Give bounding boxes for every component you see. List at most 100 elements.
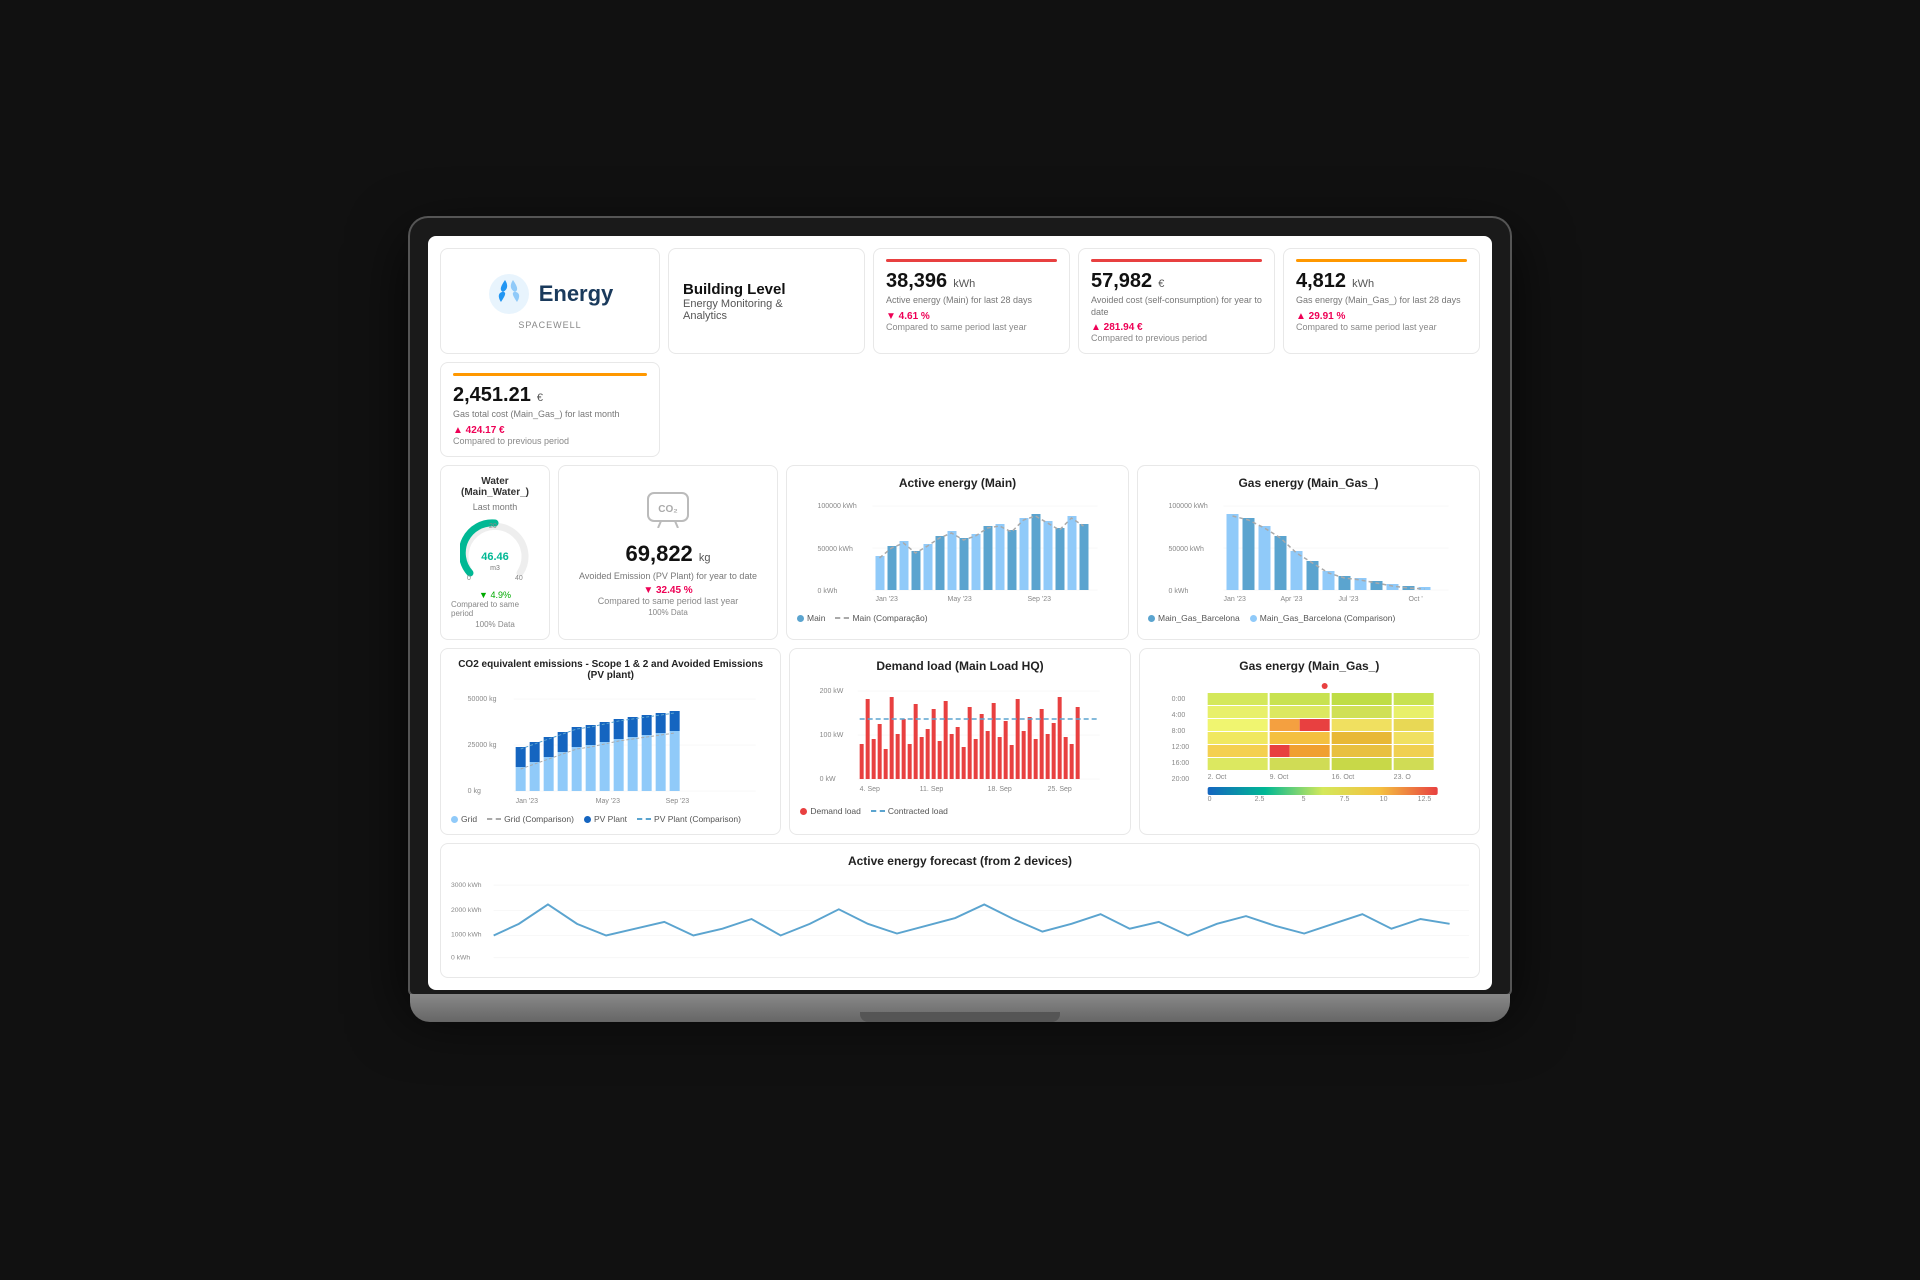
metric-value-0: 38,396 kWh (886, 270, 1057, 293)
svg-text:0: 0 (1207, 796, 1211, 803)
metric-period-0: Compared to same period last year (886, 322, 1057, 332)
svg-text:CO₂: CO₂ (658, 504, 677, 515)
svg-text:Sep '23: Sep '23 (666, 798, 690, 805)
metric-value-1: 57,982 € (1091, 270, 1262, 293)
svg-text:2. Oct: 2. Oct (1207, 774, 1226, 781)
title-card: Building Level Energy Monitoring & Analy… (668, 248, 865, 354)
demand-chart-title: Demand load (Main Load HQ) (800, 659, 1119, 673)
legend-grid-comp: Grid (Comparison) (487, 814, 574, 824)
gas-energy-chart-title: Gas energy (Main_Gas_) (1148, 476, 1469, 490)
water-title: Water (Main_Water_) (451, 476, 539, 498)
co2-value-row: 69,822 kg (626, 541, 711, 567)
svg-text:4. Sep: 4. Sep (860, 786, 880, 793)
svg-text:25000 kg: 25000 kg (468, 742, 497, 749)
metric-change-3: ▲ 424.17 € (453, 425, 647, 436)
co2-desc: Avoided Emission (PV Plant) for year to … (579, 571, 757, 581)
metric-top-bar-1 (1091, 259, 1262, 262)
legend-gas: Main_Gas_Barcelona (1148, 613, 1240, 623)
svg-text:5: 5 (1301, 796, 1305, 803)
active-energy-chart-title: Active energy (Main) (797, 476, 1118, 490)
second-row: Water (Main_Water_) Last month 0 20 (440, 465, 1480, 640)
metric-change-1: ▲ 281.94 € (1091, 322, 1262, 333)
svg-text:2.5: 2.5 (1254, 796, 1264, 803)
svg-text:m3: m3 (490, 565, 500, 572)
water-change: ▼ 4.9% (479, 590, 511, 600)
metric-card-3: 2,451.21 € Gas total cost (Main_Gas_) fo… (440, 362, 660, 457)
legend-grid: Grid (451, 814, 477, 824)
svg-text:Jan '23: Jan '23 (516, 798, 538, 805)
metric-desc-1: Avoided cost (self-consumption) for year… (1091, 295, 1262, 318)
svg-text:200 kW: 200 kW (820, 688, 844, 695)
legend-main: Main (797, 613, 825, 623)
co2-icon: CO₂ (643, 488, 693, 535)
svg-text:4:00: 4:00 (1171, 712, 1185, 719)
gas-heatmap-card: Gas energy (Main_Gas_) 0:00 4:00 8:00 12… (1139, 648, 1480, 835)
co2-card: CO₂ 69,822 kg Avoided Emission (PV Plant… (558, 465, 778, 640)
energy-logo-icon (487, 272, 531, 316)
metric-change-2: ▲ 29.91 % (1296, 311, 1467, 322)
active-energy-svg: 100000 kWh 50000 kWh 0 kWh Active energy (797, 496, 1118, 606)
metric-top-bar-0 (886, 259, 1057, 262)
water-gauge: 0 20 40 46.46 m3 (460, 518, 530, 588)
svg-text:20: 20 (489, 523, 497, 530)
metric-card-2: 4,812 kWh Gas energy (Main_Gas_) for las… (1283, 248, 1480, 354)
svg-text:3000 kWh: 3000 kWh (451, 882, 482, 889)
svg-text:100000 kWh: 100000 kWh (1169, 503, 1208, 510)
co2-legend: Grid Grid (Comparison) PV Plant (451, 814, 770, 824)
active-energy-legend: Main Main (Comparação) (797, 613, 1118, 623)
svg-text:1000 kWh: 1000 kWh (451, 931, 482, 938)
svg-text:7.5: 7.5 (1339, 796, 1349, 803)
co2-change: ▼ 32.45 % (643, 585, 692, 596)
logo-card: Energy SPACEWELL (440, 248, 660, 354)
svg-text:12:00: 12:00 (1171, 744, 1189, 751)
svg-text:100 kW: 100 kW (820, 732, 844, 739)
metric-desc-3: Gas total cost (Main_Gas_) for last mont… (453, 409, 647, 421)
svg-text:16:00: 16:00 (1171, 760, 1189, 767)
svg-text:20:00: 20:00 (1171, 776, 1189, 783)
metric-period-1: Compared to previous period (1091, 333, 1262, 343)
metric-period-3: Compared to previous period (453, 436, 647, 446)
svg-text:11. Sep: 11. Sep (920, 786, 944, 793)
metric-desc-2: Gas energy (Main_Gas_) for last 28 days (1296, 295, 1467, 307)
forecast-chart-card: Active energy forecast (from 2 devices) … (440, 843, 1480, 978)
logo-row: Energy (487, 272, 614, 316)
svg-text:8:00: 8:00 (1171, 728, 1185, 735)
svg-text:0: 0 (467, 575, 471, 582)
svg-text:May '23: May '23 (596, 798, 620, 805)
metric-desc-0: Active energy (Main) for last 28 days (886, 295, 1057, 307)
screen-inner: Energy SPACEWELL Building Level Energy M… (428, 236, 1492, 990)
legend-pv-comp: PV Plant (Comparison) (637, 814, 741, 824)
svg-text:0:00: 0:00 (1171, 696, 1185, 703)
svg-text:May '23: May '23 (948, 596, 972, 603)
svg-text:50000 kg: 50000 kg (468, 696, 497, 703)
active-energy-chart-card: Active energy (Main) 100000 kWh 50000 kW… (786, 465, 1129, 640)
gas-energy-svg: 100000 kWh 50000 kWh 0 kWh Gas energy (1148, 496, 1469, 606)
demand-chart-card: Demand load (Main Load HQ) 200 kW 100 kW… (789, 648, 1130, 835)
page-title-line2: Energy Monitoring & Analytics (683, 298, 850, 322)
gas-heatmap-svg: 0:00 4:00 8:00 12:00 16:00 20:00 (1150, 679, 1469, 809)
gas-energy-chart-card: Gas energy (Main_Gas_) 100000 kWh 50000 … (1137, 465, 1480, 640)
svg-text:46.46: 46.46 (481, 551, 509, 563)
metric-card-0: 38,396 kWh Active energy (Main) for last… (873, 248, 1070, 354)
svg-text:0 kWh: 0 kWh (818, 588, 838, 595)
forecast-svg: 3000 kWh 2000 kWh 1000 kWh 0 kWh Active … (451, 874, 1469, 964)
svg-text:2000 kWh: 2000 kWh (451, 907, 482, 914)
laptop-screen: Energy SPACEWELL Building Level Energy M… (410, 218, 1510, 994)
svg-text:0 kW: 0 kW (820, 776, 836, 783)
svg-text:10: 10 (1379, 796, 1387, 803)
svg-text:0 kWh: 0 kWh (451, 955, 470, 962)
legend-demand: Demand load (800, 806, 861, 816)
water-data-badge: 100% Data (475, 620, 515, 629)
svg-text:0 kg: 0 kg (468, 788, 481, 795)
svg-text:23. O: 23. O (1393, 774, 1411, 781)
water-period: Last month (473, 502, 518, 512)
metric-change-0: ▼ 4.61 % (886, 311, 1057, 322)
legend-pv: PV Plant (584, 814, 627, 824)
svg-text:16. Oct: 16. Oct (1331, 774, 1354, 781)
svg-text:Jul '23: Jul '23 (1339, 596, 1359, 603)
header-row: Energy SPACEWELL Building Level Energy M… (440, 248, 1480, 457)
water-period-label: Compared to same period (451, 600, 539, 618)
svg-text:40: 40 (515, 575, 523, 582)
legend-main-comp: Main (Comparação) (835, 613, 927, 623)
laptop-wrapper: Energy SPACEWELL Building Level Energy M… (410, 218, 1510, 1062)
